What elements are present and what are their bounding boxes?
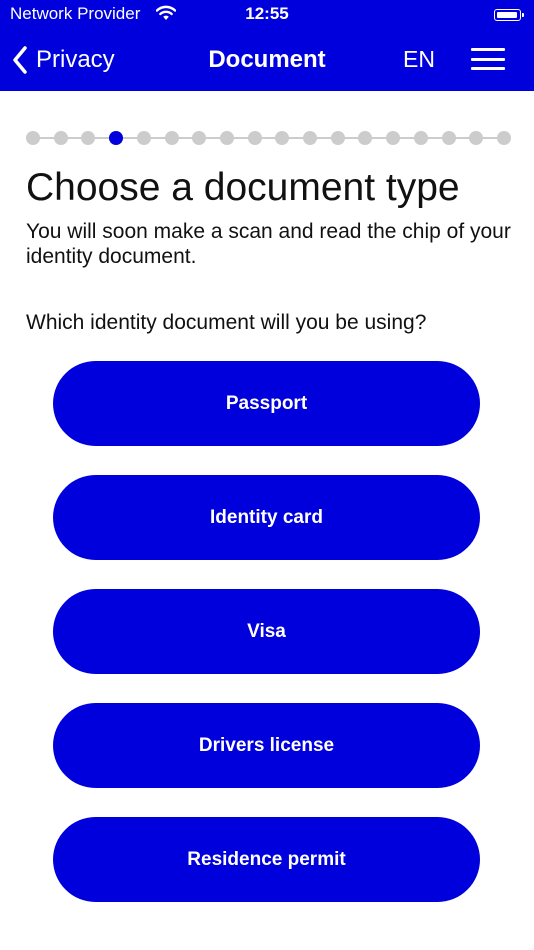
step-dot bbox=[469, 131, 484, 145]
back-button[interactable]: Privacy bbox=[12, 44, 115, 76]
step-dot bbox=[303, 131, 318, 145]
drivers-license-button[interactable]: Drivers license bbox=[53, 703, 480, 788]
status-bar: Network Provider 12:55 bbox=[0, 0, 534, 30]
step-dot bbox=[219, 131, 234, 145]
battery-icon bbox=[494, 9, 524, 21]
clock: 12:55 bbox=[245, 4, 289, 23]
step-dot bbox=[497, 131, 511, 145]
step-dot bbox=[386, 131, 401, 145]
back-label: Privacy bbox=[36, 46, 115, 73]
step-dot bbox=[358, 131, 373, 145]
step-dot bbox=[81, 131, 96, 145]
visa-button[interactable]: Visa bbox=[53, 589, 480, 674]
residence-permit-button[interactable]: Residence permit bbox=[53, 817, 480, 902]
step-dot bbox=[26, 131, 40, 145]
step-dot bbox=[136, 131, 151, 145]
step-dot bbox=[413, 131, 428, 145]
language-selector[interactable]: EN bbox=[403, 46, 435, 73]
step-progress-indicator bbox=[26, 130, 511, 146]
chevron-left-icon bbox=[13, 46, 27, 74]
passport-button[interactable]: Passport bbox=[53, 361, 480, 446]
step-dot bbox=[330, 131, 345, 145]
step-track bbox=[32, 137, 505, 139]
document-type-heading: Choose a document type bbox=[26, 166, 460, 209]
step-dot-active bbox=[109, 131, 124, 145]
hamburger-menu-icon[interactable] bbox=[471, 48, 505, 70]
step-dot bbox=[275, 131, 290, 145]
navigation-bar: Privacy Document EN bbox=[0, 30, 534, 91]
instructions-text: You will soon make a scan and read the c… bbox=[26, 220, 511, 268]
identity-card-button[interactable]: Identity card bbox=[53, 475, 480, 560]
step-dot bbox=[53, 131, 68, 145]
step-dot bbox=[164, 131, 179, 145]
step-dot bbox=[441, 131, 456, 145]
step-dot bbox=[192, 131, 207, 145]
step-dot bbox=[247, 131, 262, 145]
app-header: Network Provider 12:55 Privacy Document … bbox=[0, 0, 534, 91]
document-question: Which identity document will you be usin… bbox=[26, 311, 427, 334]
